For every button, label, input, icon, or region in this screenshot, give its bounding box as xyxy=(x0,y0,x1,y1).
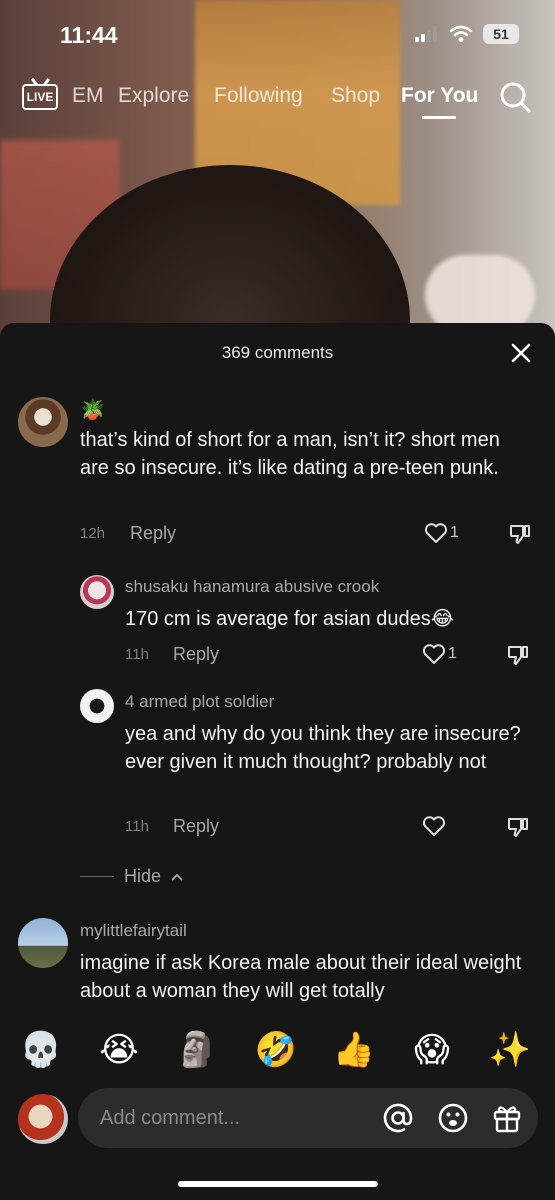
top-nav: LIVE EM Explore Following Shop For You xyxy=(0,78,555,122)
tab-em[interactable]: EM xyxy=(72,84,104,108)
mention-icon[interactable] xyxy=(382,1102,414,1134)
live-icon[interactable]: LIVE xyxy=(22,84,58,110)
emoji-skull-button[interactable]: 💀 xyxy=(19,1028,63,1072)
avatar[interactable] xyxy=(18,918,68,968)
comment-item: mylittlefairytail imagine if ask Korea m… xyxy=(0,323,555,1013)
comment-text: imagine if ask Korea male about their id… xyxy=(80,952,522,1002)
emoji-icon[interactable] xyxy=(437,1102,469,1134)
home-indicator[interactable] xyxy=(178,1181,378,1187)
emoji-scream-button[interactable]: 😱 xyxy=(410,1028,454,1072)
wifi-icon xyxy=(449,25,473,42)
emoji-thumbs-up-button[interactable]: 👍 xyxy=(332,1028,376,1072)
tab-for-you[interactable]: For You xyxy=(401,84,478,108)
avatar[interactable] xyxy=(18,1094,68,1144)
search-icon[interactable] xyxy=(498,80,532,114)
gift-icon[interactable] xyxy=(491,1102,523,1134)
cellular-signal-icon xyxy=(415,26,437,42)
active-tab-indicator xyxy=(422,116,456,119)
comment-input-bar xyxy=(0,1088,555,1152)
add-comment-input[interactable] xyxy=(78,1088,538,1148)
comment-username[interactable]: mylittlefairytail xyxy=(80,921,187,941)
tab-following[interactable]: Following xyxy=(214,84,303,108)
tab-shop[interactable]: Shop xyxy=(331,84,380,108)
video-background[interactable] xyxy=(0,0,555,360)
emoji-rofl-button[interactable]: 🤣 xyxy=(254,1028,298,1072)
status-time: 11:44 xyxy=(60,22,118,48)
status-icons: 51 xyxy=(415,24,519,44)
tab-explore[interactable]: Explore xyxy=(118,84,189,108)
emoji-moai-button[interactable]: 🗿 xyxy=(175,1028,219,1072)
emoji-sparkles-button[interactable]: ✨ xyxy=(488,1028,532,1072)
battery-indicator: 51 xyxy=(483,24,519,44)
quick-emoji-bar: 💀 😭 🗿 🤣 👍 😱 ✨ xyxy=(0,1028,555,1072)
emoji-crying-button[interactable]: 😭 xyxy=(97,1028,141,1072)
